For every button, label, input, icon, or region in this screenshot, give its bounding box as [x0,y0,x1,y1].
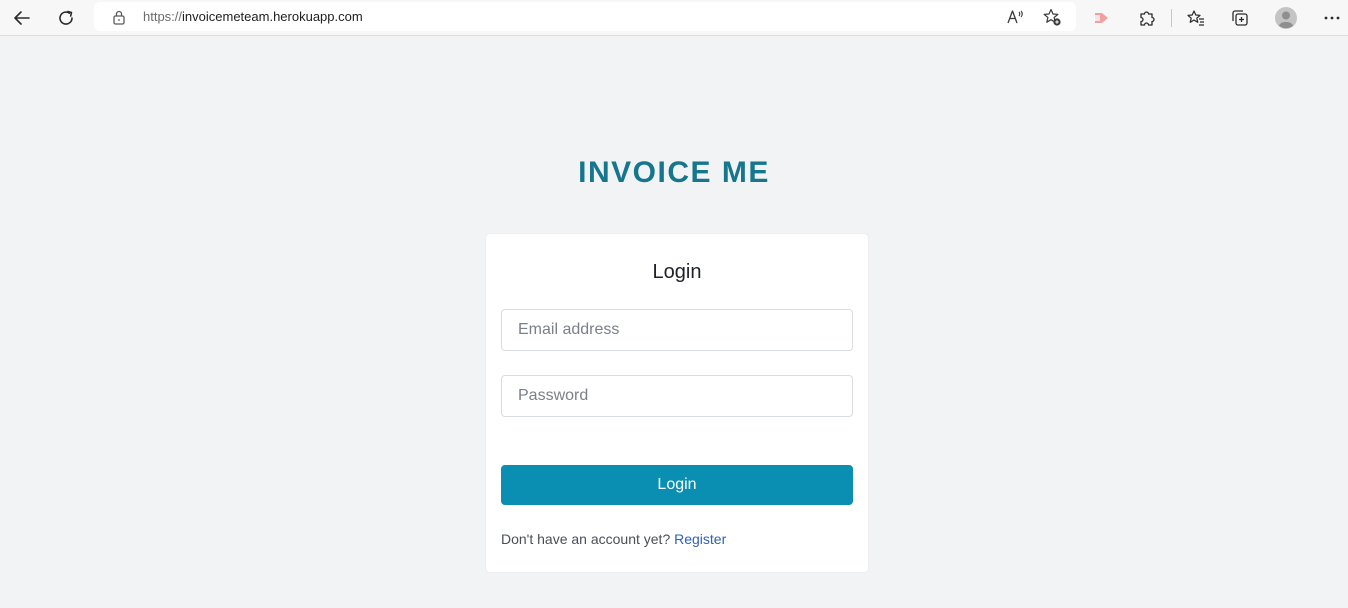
brand-title: INVOICE ME [578,156,770,189]
url-host: invoicemeteam.herokuapp.com [182,9,363,24]
refresh-icon [59,10,73,25]
login-card: Login Login Don't have an account yet? R… [485,233,869,573]
arrow-left-icon [14,11,30,25]
profile-icon [1275,7,1297,29]
back-button[interactable] [8,4,36,32]
add-favorite-button[interactable] [1040,5,1064,29]
register-prompt-line: Don't have an account yet? Register [501,531,726,547]
extensions-button[interactable] [1133,4,1161,32]
browser-toolbar: https://invoicemeteam.herokuapp.com [0,0,1348,36]
register-link[interactable]: Register [674,531,726,547]
password-field[interactable] [501,375,853,417]
puzzle-icon [1140,11,1155,26]
lock-icon [113,10,125,25]
more-button[interactable] [1318,4,1346,32]
favorites-button[interactable] [1182,4,1210,32]
refresh-button[interactable] [52,4,80,32]
read-aloud-icon [1007,10,1023,24]
collections-button[interactable] [1226,4,1254,32]
profile-button[interactable] [1272,4,1300,32]
extension-badge-icon [1094,13,1108,23]
toolbar-separator [1171,9,1172,27]
more-icon [1324,16,1340,20]
url-scheme: https:// [143,9,183,24]
url-text[interactable]: https://invoicemeteam.herokuapp.com [143,9,363,24]
favorites-icon [1187,10,1204,26]
address-bar[interactable]: https://invoicemeteam.herokuapp.com [94,2,1076,31]
extension-badge-button[interactable] [1088,4,1116,32]
register-prompt: Don't have an account yet? [501,531,671,547]
email-field[interactable] [501,309,853,351]
login-button[interactable]: Login [501,465,853,505]
read-aloud-button[interactable] [1004,5,1028,29]
star-plus-icon [1043,8,1061,26]
login-title: Login [652,261,702,283]
collections-icon [1232,10,1248,26]
